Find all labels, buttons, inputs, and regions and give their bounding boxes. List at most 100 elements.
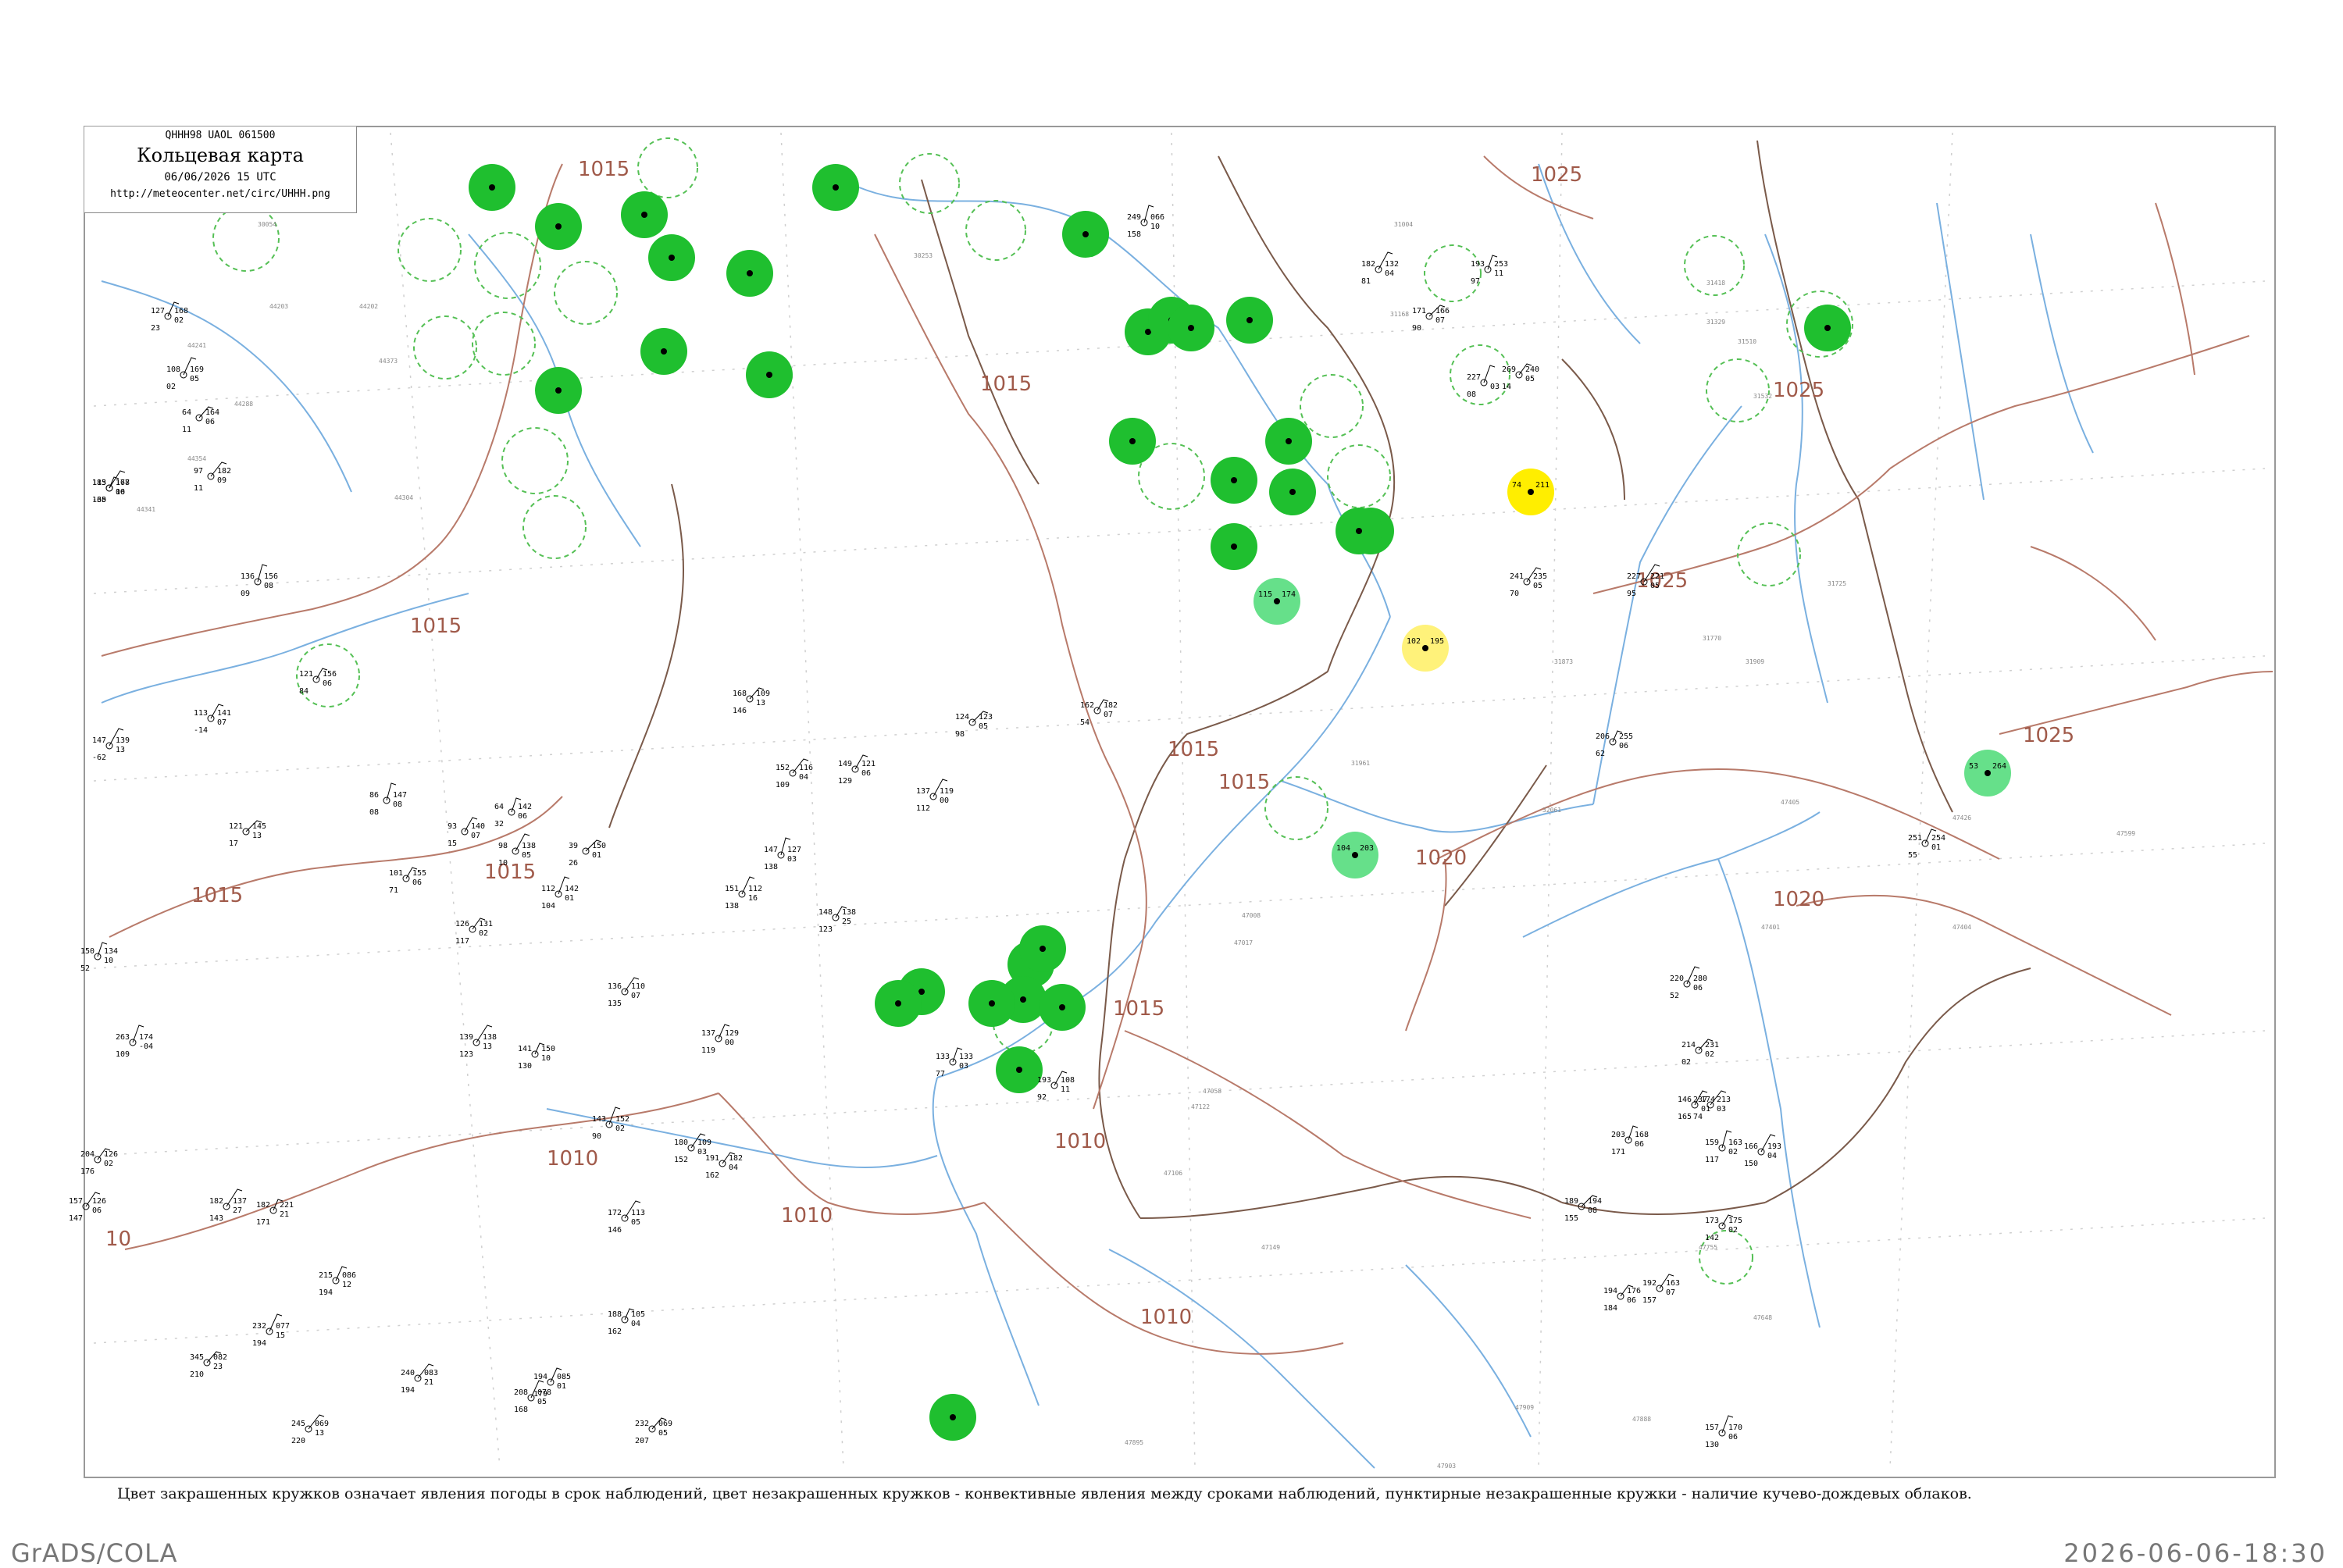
station-model: 147 139 -62 13 bbox=[92, 728, 130, 762]
station-tendency: 00 bbox=[725, 1039, 734, 1047]
station-dewpoint: 210 bbox=[190, 1370, 204, 1379]
station-id: 44288 bbox=[234, 401, 253, 408]
station-id: 31418 bbox=[1706, 280, 1725, 287]
station-temperature: 141 bbox=[518, 1045, 532, 1053]
station-pressure: 119 bbox=[940, 787, 954, 796]
station-pressure: 174 bbox=[1282, 590, 1296, 599]
station-dewpoint: 09 bbox=[241, 590, 250, 598]
filled-station-green bbox=[1168, 305, 1214, 351]
filled-station-green bbox=[535, 203, 582, 250]
station-dewpoint: 32 bbox=[494, 820, 504, 829]
station-pressure: 141 bbox=[217, 709, 231, 718]
station-tendency: 04 bbox=[631, 1320, 640, 1328]
station-dewpoint: 123 bbox=[818, 925, 833, 934]
filled-station-green bbox=[1109, 418, 1156, 465]
filled-station-green bbox=[1226, 297, 1273, 344]
station-pressure: 164 bbox=[205, 408, 219, 417]
station-model: 206 255 62 06 bbox=[1596, 730, 1633, 758]
station-tendency: 06 bbox=[116, 488, 125, 497]
station-temperature: 189 bbox=[1564, 1197, 1578, 1206]
station-temperature: 147 bbox=[764, 846, 778, 854]
station-temperature: 269 bbox=[1502, 365, 1516, 374]
station-id: 31725 bbox=[1828, 580, 1846, 587]
station-temperature: 150 bbox=[80, 947, 95, 956]
station-tendency: 01 bbox=[557, 1382, 566, 1391]
filled-station-green bbox=[1211, 523, 1257, 570]
station-dot bbox=[1082, 231, 1089, 237]
station-dewpoint: 194 bbox=[319, 1288, 333, 1297]
station-pressure: 176 bbox=[1627, 1287, 1641, 1295]
station-temperature: 97 bbox=[194, 467, 203, 476]
station-dewpoint: 92 bbox=[1037, 1093, 1047, 1102]
station-model: 39 1502601 bbox=[569, 839, 606, 868]
station-tendency: 05 bbox=[1525, 375, 1535, 383]
station-id: 47008 bbox=[1242, 912, 1261, 919]
station-pressure: 163 bbox=[1666, 1279, 1680, 1288]
station-tendency: 06 bbox=[92, 1206, 102, 1215]
station-temperature: 171 bbox=[1412, 307, 1426, 315]
isobar-label: 1010 bbox=[781, 1204, 833, 1228]
station-dewpoint: 90 bbox=[592, 1132, 601, 1141]
station-model: 192 163 157 07 bbox=[1642, 1274, 1680, 1305]
station-dewpoint: 155 bbox=[1564, 1214, 1578, 1223]
station-dewpoint: 08 bbox=[369, 808, 379, 817]
map-url[interactable]: http://meteocenter.net/circ/UHHH.png bbox=[84, 188, 356, 200]
station-dewpoint: 184 bbox=[1603, 1304, 1617, 1313]
station-dot bbox=[555, 223, 562, 230]
station-pressure: 182 bbox=[217, 467, 231, 476]
station-id: 44354 bbox=[187, 455, 206, 462]
station-pressure: 142 bbox=[565, 885, 579, 893]
station-model: 93 140 15 07 bbox=[448, 817, 485, 848]
filled-station-green bbox=[1336, 508, 1382, 554]
filled-station-green bbox=[1019, 925, 1066, 972]
station-temperature: 126 bbox=[455, 920, 469, 928]
station-temperature: 147 bbox=[92, 736, 106, 745]
station-dewpoint: 158 bbox=[1127, 230, 1141, 239]
station-pressure: 156 bbox=[323, 670, 337, 679]
station-pressure: 142 bbox=[518, 803, 532, 811]
station-model: 188 105 162 04 bbox=[608, 1308, 645, 1336]
station-model: 182 132 81 04 bbox=[1361, 251, 1399, 286]
station-dot bbox=[661, 348, 667, 355]
station-dewpoint: 15 bbox=[448, 839, 457, 848]
station-tendency: 07 bbox=[1104, 711, 1113, 719]
station-id: 31532 bbox=[1753, 393, 1772, 400]
station-pressure: 182 bbox=[1104, 701, 1118, 710]
station-dot bbox=[1528, 489, 1534, 495]
station-temperature: 146 bbox=[1678, 1096, 1692, 1104]
station-tendency: 07 bbox=[631, 992, 640, 1000]
station-dewpoint: 17 bbox=[229, 839, 238, 848]
station-temperature: 124 bbox=[955, 713, 969, 722]
station-id: 44202 bbox=[359, 303, 378, 310]
station-pressure: 127 bbox=[787, 846, 801, 854]
station-temperature: 157 bbox=[69, 1197, 83, 1206]
filled-station-lightgreen: 53 264 bbox=[1964, 750, 2011, 796]
station-model: 168 109 146 13 bbox=[733, 687, 770, 715]
bulletin-code: QHHH98 UAOL 061500 bbox=[165, 130, 276, 141]
station-temperature: 227 bbox=[1627, 572, 1641, 581]
station-model: 182 137 143 27 bbox=[209, 1188, 247, 1223]
station-dewpoint: 147 bbox=[69, 1214, 83, 1223]
station-dewpoint: 55 bbox=[1908, 851, 1917, 860]
station-model: 203 168 171 06 bbox=[1611, 1125, 1649, 1156]
station-dot bbox=[1129, 438, 1136, 444]
station-tendency: 27 bbox=[233, 1206, 242, 1215]
station-dot bbox=[1274, 598, 1280, 604]
station-tendency: 06 bbox=[205, 418, 215, 426]
station-pressure: 168 bbox=[174, 307, 188, 315]
station-tendency: 02 bbox=[1705, 1050, 1714, 1059]
filled-station-yellow: 74 211 bbox=[1507, 469, 1554, 515]
station-tendency: 04 bbox=[1767, 1152, 1777, 1160]
station-dewpoint: 11 bbox=[182, 426, 191, 434]
station-pressure: 221 bbox=[280, 1201, 294, 1210]
station-temperature: 139 bbox=[459, 1033, 473, 1042]
station-dewpoint: 135 bbox=[608, 1000, 622, 1008]
filled-station-green bbox=[996, 1046, 1043, 1093]
station-dewpoint: 62 bbox=[1596, 750, 1605, 758]
station-tendency: 05 bbox=[979, 722, 988, 731]
station-model: 345 082 210 23 bbox=[190, 1351, 227, 1379]
station-model: 189 19415508 bbox=[1564, 1195, 1602, 1223]
station-temperature: 39 bbox=[569, 842, 578, 850]
station-dewpoint: -62 bbox=[92, 754, 106, 762]
station-id: 31961 bbox=[1351, 760, 1370, 767]
